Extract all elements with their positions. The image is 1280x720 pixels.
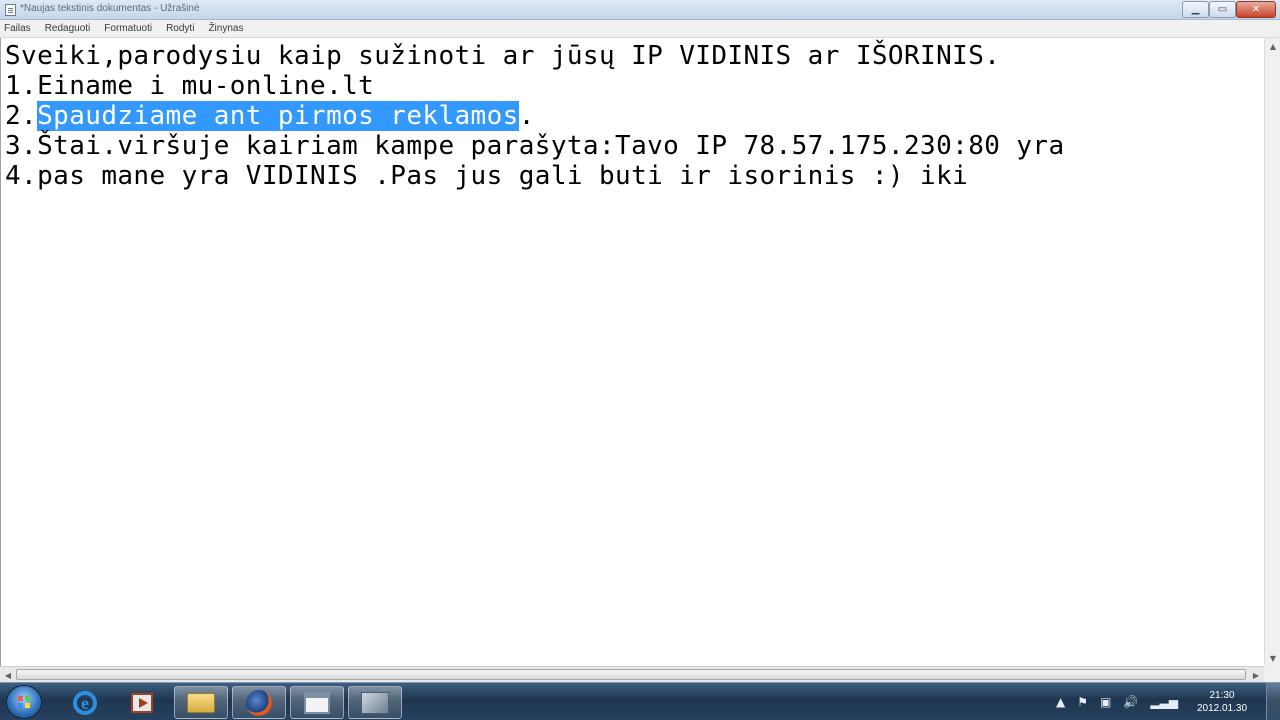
system-tray: ▲ ⚑ ▣ 🔊 ▂▃▅ 21:30 2012.01.30 — [1056, 683, 1280, 720]
maximize-button[interactable]: ▭ — [1209, 1, 1236, 18]
taskbar-notepad[interactable] — [348, 686, 402, 719]
show-hidden-icons-icon[interactable]: ▲ — [1056, 696, 1065, 708]
scroll-right-icon[interactable]: ▶ — [1248, 667, 1264, 683]
show-desktop-button[interactable] — [1266, 683, 1280, 720]
action-center-flag-icon[interactable]: ⚑ — [1077, 696, 1088, 708]
menu-item-edit[interactable]: Redaguoti — [45, 23, 91, 34]
menu-item-help[interactable]: Žinynas — [208, 23, 243, 34]
media-player-icon — [131, 692, 153, 713]
text-line-1: Sveiki,parodysiu kaip sužinoti ar jūsų I… — [5, 41, 1001, 71]
notepad-app-icon[interactable] — [5, 4, 16, 16]
title-bar[interactable]: *Naujas tekstinis dokumentas - Užrašinė … — [0, 0, 1280, 20]
text-line-2: 1.Einame i mu-online.lt — [5, 71, 375, 101]
vertical-scrollbar[interactable]: ▲ ▼ — [1264, 38, 1280, 666]
network-icon[interactable]: ▣ — [1100, 696, 1111, 708]
horizontal-scroll-thumb[interactable] — [16, 669, 1246, 680]
scroll-down-icon[interactable]: ▼ — [1265, 650, 1280, 666]
minimize-button[interactable]: ▁ — [1182, 1, 1209, 18]
internet-explorer-icon: e — [73, 690, 97, 715]
horizontal-scrollbar[interactable]: ◀ ▶ — [0, 666, 1264, 682]
clock[interactable]: 21:30 2012.01.30 — [1190, 689, 1254, 715]
taskbar-internet-explorer[interactable]: e — [58, 686, 112, 719]
text-editor-area[interactable]: Sveiki,parodysiu kaip sužinoti ar jūsų I… — [0, 38, 1264, 666]
notepad-icon — [361, 691, 389, 714]
window-icon — [304, 691, 330, 714]
signal-icon[interactable]: ▂▃▅ — [1150, 696, 1178, 708]
text-line-5: 4.pas mane yra VIDINIS .Pas jus gali but… — [5, 161, 969, 191]
selected-text: Spaudziame ant pirmos reklamos — [37, 101, 519, 131]
taskbar: e ▲ ⚑ ▣ 🔊 ▂▃▅ 21:30 2012.01.30 — [0, 682, 1280, 720]
size-grip[interactable] — [1264, 666, 1280, 682]
taskbar-window[interactable] — [290, 686, 344, 719]
volume-icon[interactable]: 🔊 — [1123, 696, 1138, 708]
menu-item-view[interactable]: Rodyti — [166, 23, 194, 34]
firefox-icon — [246, 689, 272, 716]
taskbar-explorer[interactable] — [174, 686, 228, 719]
text-line-4: 3.Štai.viršuje kairiam kampe parašyta:Ta… — [5, 131, 1065, 161]
taskbar-media-player[interactable] — [115, 686, 169, 719]
folder-icon — [187, 692, 215, 713]
clock-time: 21:30 — [1209, 690, 1235, 701]
clock-date: 2012.01.30 — [1196, 703, 1248, 714]
text-line-3-prefix: 2. — [5, 101, 38, 131]
start-button[interactable] — [6, 685, 42, 719]
close-button[interactable]: ✕ — [1236, 1, 1276, 18]
scroll-up-icon[interactable]: ▲ — [1265, 38, 1280, 54]
window-title: *Naujas tekstinis dokumentas - Užrašinė — [20, 3, 200, 14]
menu-bar: Failas Redaguoti Formatuoti Rodyti Žinyn… — [0, 20, 1280, 38]
text-line-3: 2.Spaudziame ant pirmos reklamos. — [5, 101, 535, 131]
taskbar-firefox[interactable] — [232, 686, 286, 719]
menu-item-file[interactable]: Failas — [4, 23, 31, 34]
text-line-3-suffix: . — [518, 101, 535, 131]
scroll-left-icon[interactable]: ◀ — [0, 667, 16, 683]
menu-item-format[interactable]: Formatuoti — [104, 23, 152, 34]
